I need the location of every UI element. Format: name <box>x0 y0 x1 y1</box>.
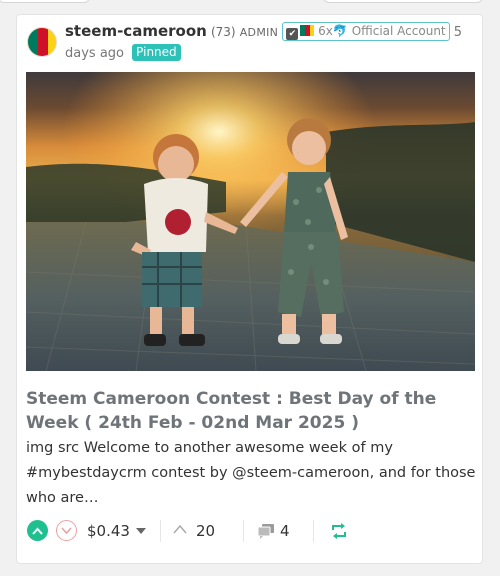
post-card[interactable]: steem-cameroon (73) ADMIN ✔ 6x🐬 Official… <box>16 14 483 564</box>
official-badge: ✔ 6x🐬 Official Account <box>282 22 450 41</box>
divider <box>160 520 161 542</box>
downvote-button[interactable] <box>56 520 77 541</box>
post-time-number: 5 <box>453 25 463 40</box>
resteem-icon[interactable] <box>330 523 348 539</box>
previous-tab-edge <box>0 0 90 3</box>
author-reputation: (73) <box>210 25 236 39</box>
chevron-down-icon <box>61 526 72 534</box>
post-time[interactable]: days ago <box>65 46 124 61</box>
post-title[interactable]: Steem Cameroon Contest : Best Day of the… <box>26 387 476 435</box>
post-meta: steem-cameroon (73) ADMIN ✔ 6x🐬 Official… <box>65 21 475 64</box>
payout-value[interactable]: $0.43 <box>87 520 130 542</box>
top-strip <box>0 0 500 8</box>
payout-dropdown-caret-icon[interactable] <box>136 528 146 534</box>
previous-tab-edge <box>323 0 483 3</box>
upvote-button[interactable] <box>27 520 48 541</box>
comment-count[interactable]: 4 <box>280 520 290 542</box>
dolphin-icon: 🐬 <box>332 24 348 38</box>
avatar[interactable] <box>27 27 57 57</box>
badge-count: 6x <box>318 24 333 38</box>
author-role: ADMIN <box>239 26 279 39</box>
divider <box>243 520 244 542</box>
children-sunset-photo <box>26 72 475 371</box>
author-name[interactable]: steem-cameroon <box>65 22 207 40</box>
post-footer: $0.43 20 4 <box>25 518 475 544</box>
badge-label: Official Account <box>351 24 446 38</box>
chevron-up-icon <box>32 527 43 535</box>
cameroon-flag-icon <box>300 25 315 36</box>
vote-count[interactable]: 20 <box>196 520 215 542</box>
post-thumbnail[interactable] <box>26 72 475 371</box>
checkbox-icon: ✔ <box>286 28 299 40</box>
comments-icon[interactable] <box>257 523 275 539</box>
post-excerpt[interactable]: img src Welcome to another awesome week … <box>26 436 476 511</box>
pinned-badge: Pinned <box>132 44 181 61</box>
divider <box>313 520 314 542</box>
votes-chevron-up-icon[interactable] <box>173 524 187 534</box>
